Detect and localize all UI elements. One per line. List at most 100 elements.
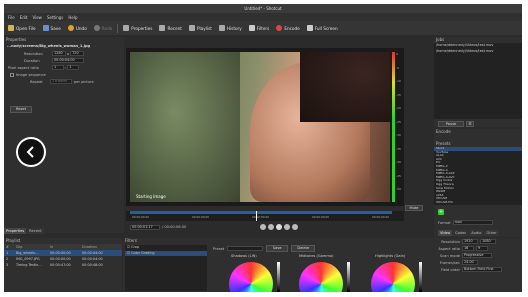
meter-tick-label: -15: [396, 92, 401, 97]
skip-previous-icon[interactable]: [260, 224, 267, 230]
pixel-aspect-h[interactable]: 1: [67, 65, 80, 70]
preset-select[interactable]: [227, 246, 264, 251]
jobs-menu-button[interactable]: ☰: [466, 121, 474, 127]
open-file-button[interactable]: Open File: [6, 23, 38, 34]
shadows-slider[interactable]: [277, 262, 280, 292]
tab-recent[interactable]: Recent: [27, 228, 44, 234]
history-button[interactable]: History: [217, 23, 244, 34]
undo-button[interactable]: Undo: [66, 23, 89, 34]
encode-title: Encode: [436, 129, 451, 134]
filters-button[interactable]: Filters: [247, 23, 272, 34]
fullscreen-button[interactable]: Full Screen: [305, 23, 340, 34]
save-icon: [42, 25, 49, 31]
playlist-row[interactable]: 3 Timing Testin... 00:00:47:00 00:00:48:00: [4, 262, 122, 268]
filter-color-grading[interactable]: ☑ Color Grading: [125, 250, 207, 256]
encode-panel: Encode Presets Stock YouTube ALAC AVC DV MPEG…: [434, 129, 522, 237]
save-preset-button[interactable]: Save: [266, 245, 289, 252]
window-title: Untitled* - Shotcut: [4, 4, 522, 13]
pixel-aspect-label: Pixel aspect ratio: [8, 65, 39, 70]
highlights-color-wheel[interactable]: [371, 262, 415, 292]
reset-button[interactable]: Reset: [10, 106, 32, 113]
properties-button[interactable]: Properties: [121, 23, 154, 34]
playlist-cell-n: 3: [6, 263, 9, 267]
encode-preset-list: Stock YouTube ALAC AVC DV MPEG-2 MPEG-4 MPEG-4-…: [434, 147, 522, 205]
midtones-color-wheel[interactable]: [299, 262, 343, 292]
image-sequence-checkbox[interactable]: [10, 72, 14, 77]
meter-tick-label: -10: [396, 79, 401, 83]
enc-scan-label: Scan mode: [439, 253, 460, 258]
ruler-tick-label: 00:00:00:00: [372, 215, 390, 219]
playlist-rows: 1 Big_wheels... 00:00:00:00 00:00:04:00 2 IMG…: [4, 250, 122, 268]
background-blur: [130, 52, 240, 202]
format-label: Format: [438, 220, 451, 225]
enc-fps-field[interactable]: 24.00: [462, 260, 478, 265]
add-preset-icon[interactable]: +: [438, 209, 444, 215]
menu-file[interactable]: File: [8, 15, 15, 20]
properties-icon: [123, 25, 130, 31]
meter-tick-label: -5: [396, 65, 399, 70]
pixel-aspect-w[interactable]: 1: [52, 65, 64, 70]
total-duration: / 00:00:06:00: [162, 225, 187, 229]
job-item[interactable]: /home/ddennedy/Videos/test.mov: [434, 49, 522, 55]
duration-field[interactable]: 00:00:04:00: [52, 58, 84, 63]
timecode-field[interactable]: 00:00:01:17: [130, 224, 160, 230]
recent-button[interactable]: Recent: [157, 23, 183, 34]
menu-settings[interactable]: Settings: [47, 15, 63, 20]
enc-res-h[interactable]: 1080: [480, 239, 496, 244]
enc-res-w[interactable]: 1920: [462, 239, 478, 244]
menu-help[interactable]: Help: [68, 15, 77, 20]
skip-next-icon[interactable]: [292, 224, 299, 230]
timeline-ruler[interactable]: 00:00:00:00 00:00:00:00 00:00:00:00 00:00:0…: [126, 211, 404, 221]
meter-bar: [392, 52, 395, 202]
preset-item[interactable]: XDCAM-HD: [434, 201, 522, 205]
resolution-width[interactable]: 1280: [52, 51, 66, 56]
pause-button[interactable]: Pause: [438, 121, 464, 127]
preset-label: Preset: [213, 246, 225, 251]
encode-button[interactable]: Encode: [274, 23, 301, 34]
duration-label: Duration: [24, 58, 40, 63]
encode-video-settings: Resolution 1920 1080 Aspect ratio 16 9 Scan …: [436, 238, 522, 292]
tab-audio[interactable]: Audio: [469, 230, 484, 236]
enc-asp-w[interactable]: 16: [462, 246, 474, 251]
fast-forward-icon[interactable]: [284, 224, 291, 230]
playlist-cell-dur: 00:00:48:00: [82, 263, 103, 267]
highlights-slider[interactable]: [419, 262, 422, 292]
mute-button[interactable]: Mute: [405, 205, 423, 211]
playlist-cell-in: 00:00:47:00: [50, 263, 71, 267]
ruler-tick-label: 00:00:00:00: [312, 215, 330, 219]
delete-preset-button[interactable]: Delete: [291, 245, 316, 252]
playhead[interactable]: [256, 211, 257, 221]
enc-scan-select[interactable]: Progressive: [462, 253, 492, 258]
undo-icon: [67, 25, 74, 31]
ruler-track: [130, 211, 392, 214]
midtones-slider[interactable]: [347, 262, 350, 292]
menu-edit[interactable]: Edit: [20, 15, 28, 20]
shadows-color-wheel[interactable]: [229, 262, 273, 292]
tab-video[interactable]: Video: [438, 230, 453, 236]
playlist-cell-clip: Timing Testin...: [16, 263, 42, 267]
tab-other[interactable]: Other: [484, 230, 499, 236]
resolution-height[interactable]: 720: [70, 51, 85, 56]
video-frame: Starting Image: [130, 52, 390, 202]
repeat-field[interactable]: 1 frames: [50, 79, 72, 84]
player-area: Starting Image 0 -5 -10 -15 -20 -25 -30 -35 -40 -…: [126, 48, 404, 206]
playlist-button[interactable]: Playlist: [187, 23, 214, 34]
back-nav-button[interactable]: [16, 137, 46, 167]
jobs-list: /home/ddennedy/Videos/test.mov /home/dde…: [434, 43, 522, 119]
menu-view[interactable]: View: [32, 15, 42, 20]
enc-asp-h[interactable]: 9: [476, 246, 488, 251]
meter-tick-label: 0: [396, 52, 398, 56]
play-icon[interactable]: [276, 224, 283, 230]
ruler-tick-label: 00:00:00:00: [132, 215, 150, 219]
tab-properties[interactable]: Properties: [4, 228, 27, 234]
wheel-label-highlights: Highlights (Gain): [375, 254, 406, 258]
tab-codec[interactable]: Codec: [453, 230, 469, 236]
redo-icon: [93, 25, 100, 31]
enc-field-select[interactable]: Bottom Field First: [462, 267, 502, 272]
meter-tick-label: -25: [396, 119, 401, 124]
save-button[interactable]: Save: [41, 23, 63, 34]
recent-icon: [159, 25, 166, 31]
redo-button[interactable]: Redo: [92, 23, 115, 34]
rewind-icon[interactable]: [268, 224, 275, 230]
format-select[interactable]: mov: [452, 220, 493, 225]
